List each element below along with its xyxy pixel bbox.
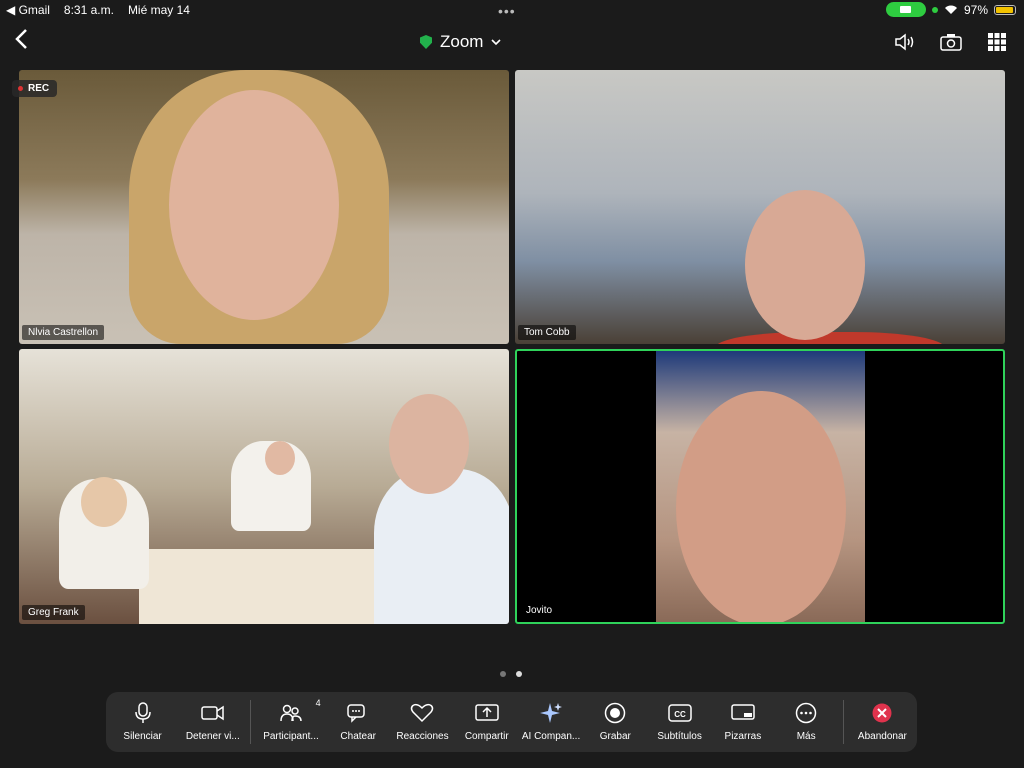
stop-video-button[interactable]: Detener vi... <box>179 692 246 752</box>
more-label: Más <box>796 731 816 742</box>
meeting-toolbar: Silenciar Detener vi... Participant... 4… <box>106 692 917 752</box>
record-label: Grabar <box>599 731 631 742</box>
record-icon <box>605 702 626 724</box>
mute-button[interactable]: Silenciar <box>106 692 179 752</box>
heart-icon <box>411 703 434 723</box>
back-to-app-link[interactable]: ◀ Gmail <box>6 3 50 17</box>
captions-button[interactable]: CC Subtítulos <box>647 692 712 752</box>
toolbar-divider <box>250 700 252 744</box>
page-dot-active[interactable] <box>516 671 522 677</box>
share-screen-icon <box>475 704 499 721</box>
captions-label: Subtítulos <box>657 731 702 742</box>
speaker-icon[interactable] <box>892 29 918 55</box>
share-label: Compartir <box>464 731 509 742</box>
participants-button[interactable]: Participant... 4 <box>255 692 326 752</box>
switch-camera-icon[interactable] <box>938 29 964 55</box>
status-time: 8:31 a.m. <box>63 3 114 17</box>
ai-companion-button[interactable]: AI Compan... <box>518 692 583 752</box>
participants-icon <box>280 704 302 722</box>
microphone-icon <box>134 702 151 723</box>
stop-video-label: Detener vi... <box>185 731 240 742</box>
meeting-header: Zoom <box>0 26 1024 60</box>
mute-label: Silenciar <box>123 731 162 742</box>
participants-count-badge: 4 <box>315 698 321 708</box>
whiteboard-icon <box>731 704 755 720</box>
conference-table <box>139 549 379 624</box>
camera-in-use-icon <box>885 2 926 17</box>
participant-name: Nlvia Castrellon <box>22 325 105 340</box>
reactions-button[interactable]: Reacciones <box>390 692 455 752</box>
participant-name: Jovito <box>520 603 559 618</box>
participant-face <box>265 441 295 475</box>
status-date: Mié may 14 <box>127 3 190 17</box>
participants-label: Participant... <box>263 731 319 742</box>
gallery-grid-icon[interactable] <box>984 29 1010 55</box>
participant-face <box>676 391 846 622</box>
leave-x-icon <box>872 703 892 723</box>
closed-captions-icon: CC <box>667 704 692 722</box>
meeting-title: Zoom <box>440 32 484 51</box>
more-dots-icon <box>795 702 817 724</box>
toolbar-divider <box>842 700 844 744</box>
participant-shirt <box>715 332 945 344</box>
back-chevron-icon[interactable] <box>14 28 28 54</box>
participant-name: Tom Cobb <box>518 325 576 340</box>
participant-face <box>169 90 339 320</box>
whiteboards-button[interactable]: Pizarras <box>712 692 773 752</box>
participant-face <box>745 190 865 340</box>
leave-label: Abandonar <box>857 731 907 742</box>
ai-companion-label: AI Compan... <box>521 731 581 742</box>
chevron-down-icon <box>491 38 502 45</box>
wifi-icon <box>944 5 957 14</box>
video-camera-icon <box>201 705 224 721</box>
video-tile[interactable]: Greg Frank <box>19 349 509 624</box>
encryption-shield-icon <box>420 35 432 49</box>
participant-face <box>389 394 469 494</box>
page-dot[interactable] <box>500 671 506 677</box>
participant-body <box>374 469 509 624</box>
share-button[interactable]: Compartir <box>455 692 518 752</box>
participant-face <box>81 477 127 527</box>
battery-percent: 97% <box>963 2 988 17</box>
status-bar: ◀ Gmail 8:31 a.m. Mié may 14 ••• 97% <box>0 0 1024 22</box>
whiteboards-label: Pizarras <box>724 731 762 742</box>
video-tile[interactable]: Tom Cobb <box>515 70 1005 344</box>
battery-icon <box>994 4 1016 15</box>
multitasking-dots-icon[interactable]: ••• <box>498 3 516 19</box>
active-speaker-tile[interactable]: Jovito <box>515 349 1005 624</box>
chat-bubble-icon <box>347 704 365 723</box>
recording-badge: REC <box>12 80 58 97</box>
participant-name: Greg Frank <box>22 605 85 620</box>
reactions-label: Reacciones <box>396 731 449 742</box>
meeting-title-dropdown[interactable]: Zoom <box>420 32 502 52</box>
leave-button[interactable]: Abandonar <box>848 692 917 752</box>
privacy-indicator-icon <box>931 6 938 13</box>
record-button[interactable]: Grabar <box>584 692 647 752</box>
more-button[interactable]: Más <box>774 692 839 752</box>
chat-button[interactable]: Chatear <box>327 692 390 752</box>
video-tile[interactable]: Nlvia Castrellon <box>19 70 509 344</box>
sparkle-icon <box>540 703 563 723</box>
chat-label: Chatear <box>340 731 376 742</box>
svg-text:CC: CC <box>674 710 686 719</box>
page-indicator[interactable] <box>500 671 522 677</box>
participant-video <box>656 351 865 622</box>
